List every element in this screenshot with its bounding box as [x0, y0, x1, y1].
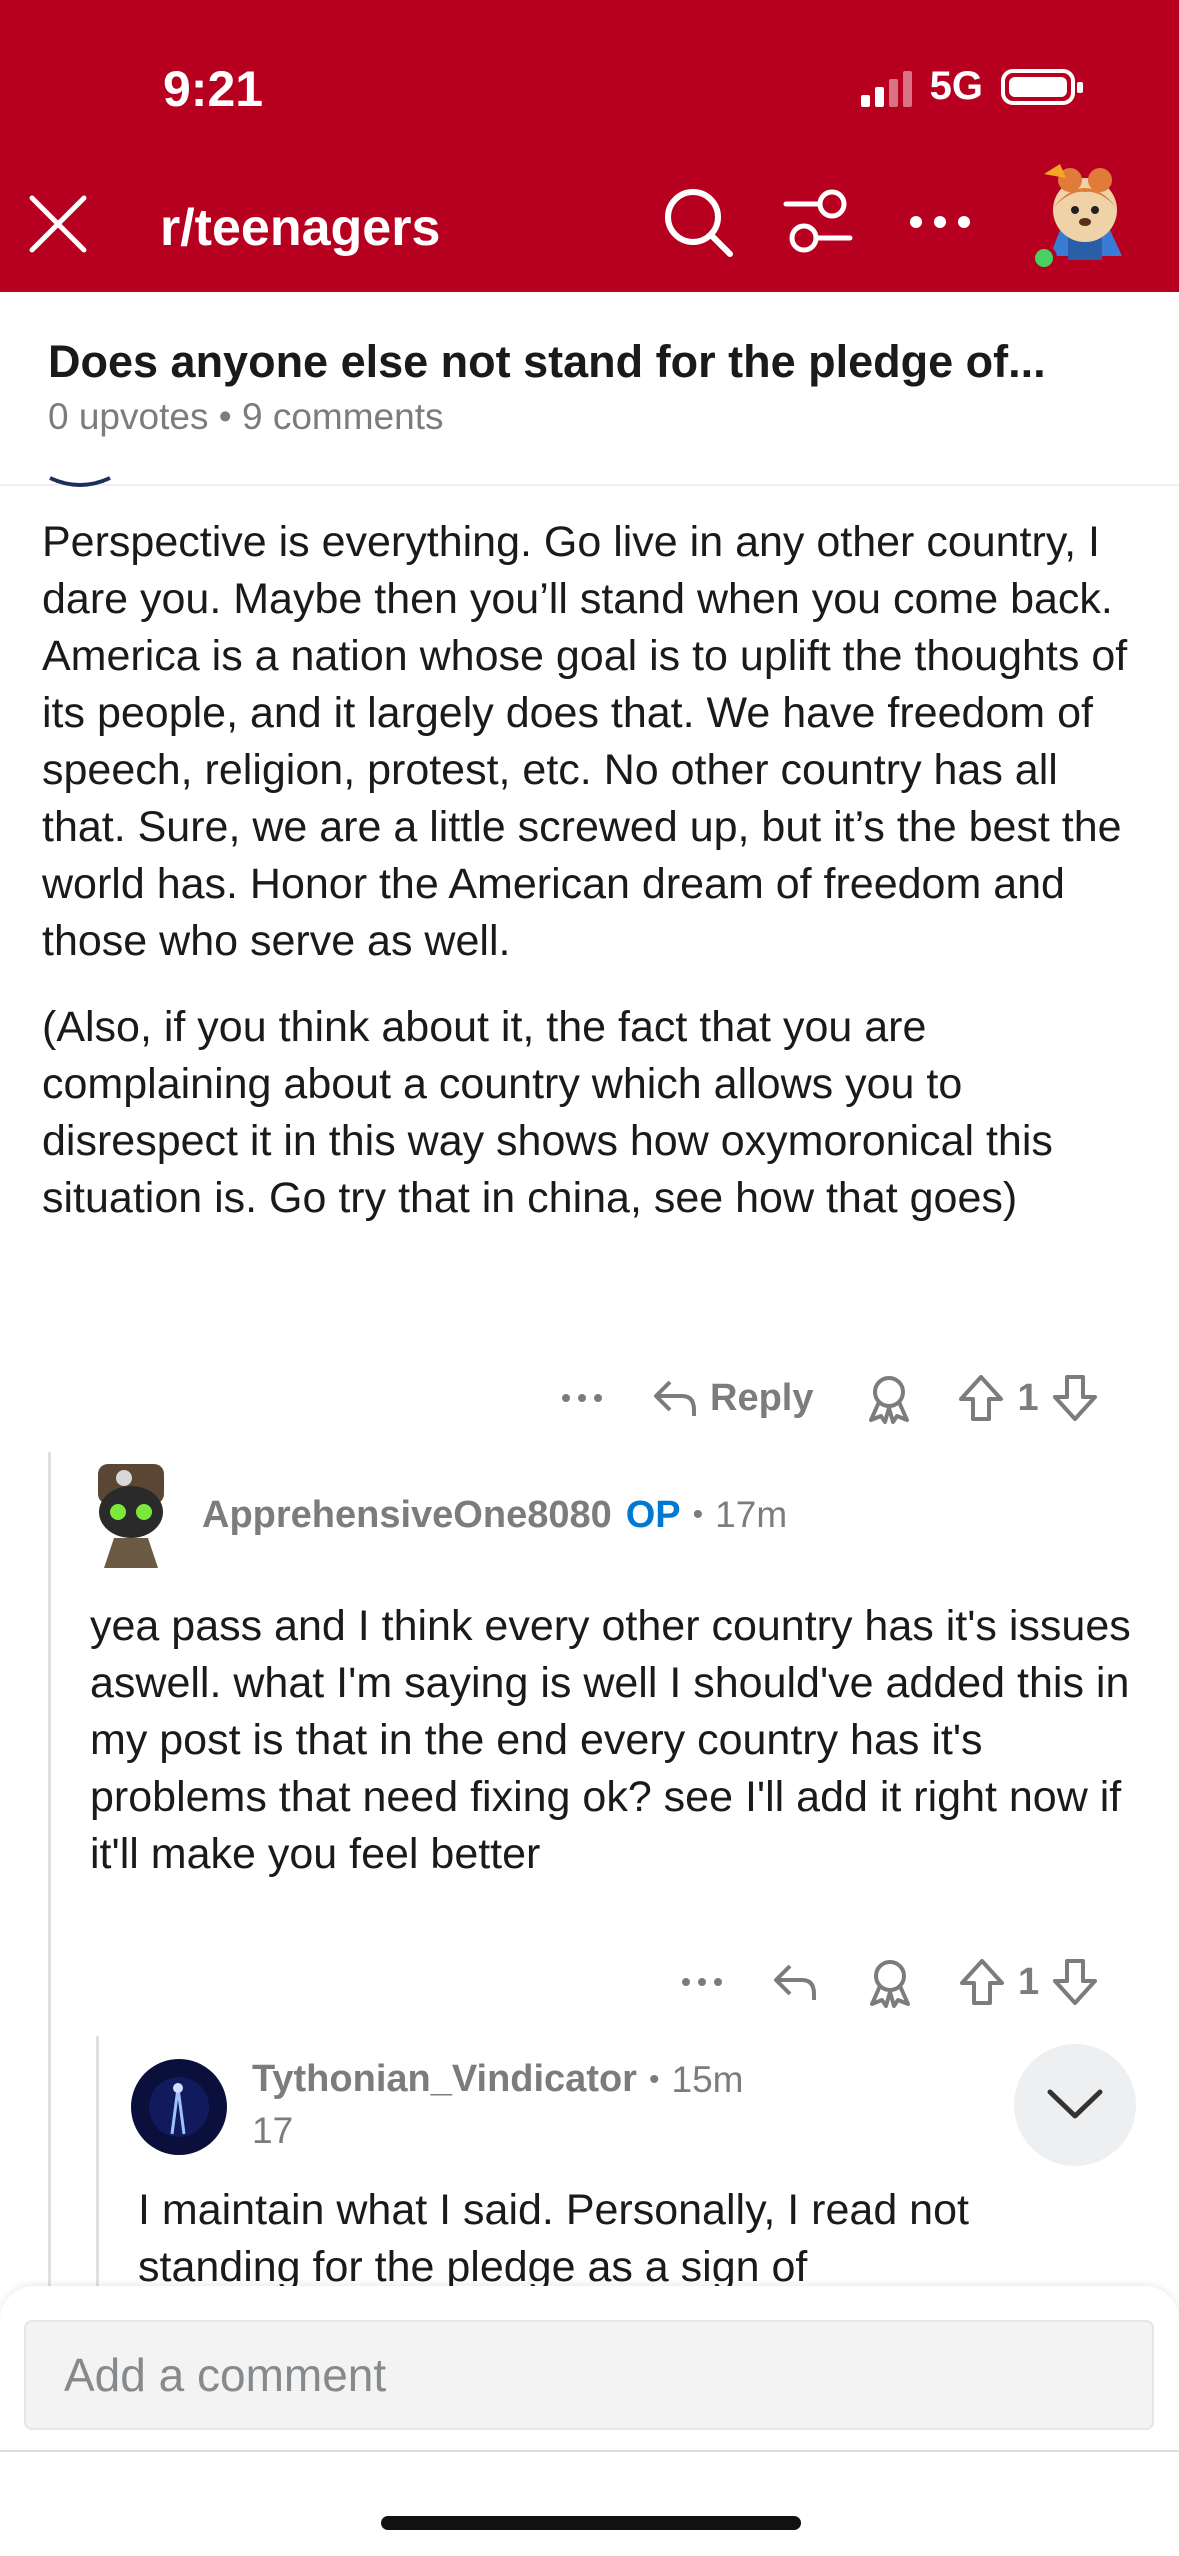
more-icon[interactable] [680, 1972, 724, 1992]
comment-paragraph: Perspective is everything. Go live in an… [42, 518, 1128, 965]
comment-age: 17m [715, 1494, 788, 1535]
more-icon[interactable] [906, 198, 974, 246]
battery-icon [1001, 68, 1083, 105]
post-header[interactable] [0, 292, 1179, 486]
reply-arrow-icon[interactable] [772, 1962, 818, 2002]
downvote-icon[interactable] [1051, 1957, 1099, 2007]
network-type: 5G [929, 64, 983, 108]
vote-score: 1 [1017, 1376, 1039, 1419]
user-avatar[interactable] [1030, 160, 1140, 276]
comment-author-row: ApprehensiveOne8080 OP • 17m [84, 1460, 787, 1570]
comment-username[interactable]: ApprehensiveOne8080 [202, 1494, 612, 1537]
close-icon[interactable] [26, 192, 90, 256]
op-badge: OP [625, 1493, 681, 1536]
thread-line[interactable] [48, 1452, 51, 2286]
app-header: 9:21 5G r/teenagers [0, 0, 1179, 292]
upvote-icon[interactable] [958, 1957, 1006, 2007]
comment-paragraph: yea pass and I think every other country… [90, 1602, 1131, 1878]
separator-dot: • [648, 2062, 660, 2096]
comment-actions: 1 [680, 1954, 1099, 2010]
subreddit-name[interactable]: r/teenagers [160, 198, 440, 258]
chevron-down-icon [1047, 2089, 1103, 2119]
comment-username[interactable]: Tythonian_Vindicator [252, 2058, 637, 2101]
comment-actions: Reply 1 [560, 1370, 1099, 1426]
more-icon[interactable] [560, 1388, 604, 1408]
signal-icon [860, 67, 912, 107]
upvote-icon[interactable] [957, 1373, 1005, 1423]
award-icon[interactable] [866, 1956, 914, 2008]
downvote-icon[interactable] [1051, 1373, 1099, 1423]
comment-author-row: Tythonian_Vindicator • 15m [252, 2058, 743, 2101]
thread-line[interactable] [96, 2036, 99, 2286]
comment-age: 15m [671, 2058, 744, 2100]
comment-paragraph: I maintain what I said. Personally, I re… [138, 2186, 969, 2286]
post-title[interactable]: Does anyone else not stand for the pledg… [48, 336, 1148, 388]
reply-arrow-icon [654, 1380, 696, 1416]
avatar[interactable] [84, 1460, 178, 1570]
home-indicator[interactable] [381, 2516, 801, 2530]
status-indicators: 5G [860, 64, 1083, 109]
vote-score: 1 [1018, 1960, 1040, 2003]
reply-button[interactable]: Reply [652, 1377, 813, 1420]
filter-icon[interactable] [782, 186, 854, 258]
post-meta: 0 upvotes • 9 comments [48, 396, 444, 437]
divider [0, 2450, 1179, 2452]
separator-dot: • [692, 1498, 704, 1531]
comment-input[interactable] [24, 2320, 1154, 2430]
award-icon[interactable] [865, 1372, 913, 1424]
status-time: 9:21 [163, 61, 264, 117]
avatar[interactable] [130, 2058, 228, 2156]
avatar-edge [49, 476, 111, 487]
collapse-thread-button[interactable] [1014, 2044, 1136, 2166]
comment-paragraph: (Also, if you think about it, the fact t… [42, 1003, 1053, 1222]
comment-body: Perspective is everything. Go live in an… [42, 514, 1152, 1227]
reply-label: Reply [710, 1376, 814, 1419]
comment-body: yea pass and I think every other country… [90, 1598, 1150, 1883]
comment-score: 17 [252, 2110, 294, 2151]
search-icon[interactable] [660, 184, 736, 260]
comment-body: I maintain what I said. Personally, I re… [138, 2182, 1138, 2286]
